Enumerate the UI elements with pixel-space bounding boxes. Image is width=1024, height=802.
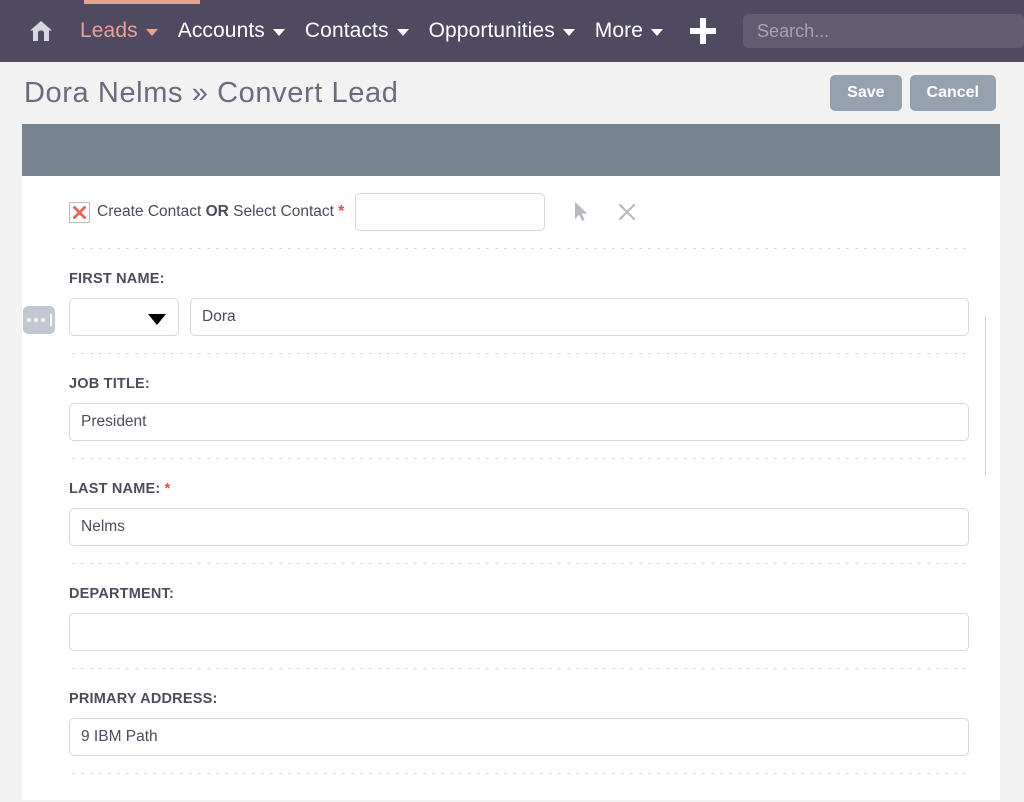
field-label-first-name: FIRST NAME: [69,271,969,287]
field-last-name: LAST NAME: * [38,459,984,563]
field-label-primary-address: PRIMARY ADDRESS: [69,691,969,707]
chevron-down-icon [146,29,158,36]
department-input[interactable] [69,613,969,651]
chevron-down-icon [651,29,663,36]
nav-item-accounts[interactable]: Accounts [178,19,285,43]
label-select-contact: Select Contact [229,203,338,220]
convert-lead-form: Create Contact OR Select Contact * [22,176,1000,774]
chevron-down-icon [563,29,575,36]
handle-dot [27,318,31,322]
field-divider [69,773,969,774]
field-job-title: JOB TITLE: [38,354,984,458]
cancel-button[interactable]: Cancel [910,75,996,111]
chevron-down-icon [397,29,409,36]
panel-vertical-divider [985,316,986,476]
first-name-inputs [69,298,969,336]
page-title: Dora Nelms » Convert Lead [24,77,398,110]
top-navigation-bar: Leads Accounts Contacts Opportunities Mo… [0,0,1024,62]
handle-dot [41,318,45,322]
create-or-select-contact-label: Create Contact OR Select Contact * [97,203,344,221]
field-label-last-name: LAST NAME: * [69,481,969,497]
convert-lead-panel: Create Contact OR Select Contact * [22,124,1000,800]
label-or: OR [206,203,229,220]
salutation-dropdown[interactable] [69,298,179,336]
nav-item-label: Contacts [305,19,389,43]
chevron-down-icon [148,314,166,325]
required-asterisk: * [338,203,344,220]
field-label-job-title: JOB TITLE: [69,376,969,392]
home-icon [28,18,54,44]
select-contact-input[interactable] [355,193,545,231]
clear-contact-icon[interactable] [618,203,636,221]
handle-bar [50,314,52,326]
cursor-arrow-icon[interactable] [573,201,590,223]
chevron-down-icon [273,29,285,36]
create-contact-checkbox[interactable] [69,202,90,223]
plus-icon[interactable] [689,17,717,45]
field-label-text: LAST NAME: [69,481,160,497]
first-name-input[interactable] [190,298,969,336]
nav-item-label: Accounts [178,19,265,43]
nav-item-opportunities[interactable]: Opportunities [429,19,575,43]
nav-item-label: Opportunities [429,19,555,43]
panel-header-band [22,124,1000,176]
nav-item-leads[interactable]: Leads [80,19,158,43]
job-title-input[interactable] [69,403,969,441]
primary-address-input[interactable] [69,718,969,756]
active-tab-indicator [84,0,200,4]
create-or-select-contact-row: Create Contact OR Select Contact * [38,176,984,248]
field-label-department: DEPARTMENT: [69,586,969,602]
page-header-actions: Save Cancel [830,75,996,111]
required-asterisk: * [165,481,171,497]
page-header: Dora Nelms » Convert Lead Save Cancel [0,62,1024,124]
field-drag-handle[interactable] [23,306,55,334]
nav-item-label: More [595,19,643,43]
last-name-input[interactable] [69,508,969,546]
field-first-name: FIRST NAME: [38,249,984,353]
label-create-contact: Create Contact [97,203,206,220]
field-department: DEPARTMENT: [38,564,984,668]
nav-item-label: Leads [80,19,138,43]
nav-item-contacts[interactable]: Contacts [305,19,409,43]
save-button[interactable]: Save [830,75,901,111]
nav-item-more[interactable]: More [595,19,663,43]
field-primary-address: PRIMARY ADDRESS: [38,669,984,773]
handle-dot [34,318,38,322]
home-button[interactable] [22,11,60,51]
search-input[interactable] [743,14,1024,48]
